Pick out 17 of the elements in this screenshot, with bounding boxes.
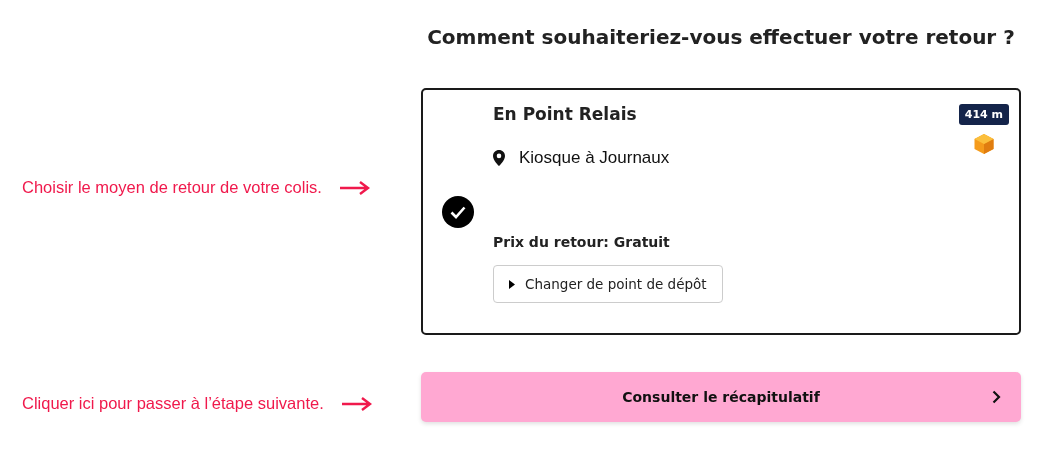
location-pin-icon [493,150,505,166]
arrow-icon [339,180,370,195]
summary-button[interactable]: Consulter le récapitulatif [421,372,1021,422]
location-name: Kiosque à Journaux [519,148,670,168]
annotation-text: Choisir le moyen de retour de votre colis. [22,178,322,197]
chevron-right-icon [992,390,1001,404]
option-title: En Point Relais [493,104,638,124]
arrow-icon [341,396,372,411]
check-icon [442,195,474,228]
return-price: Prix du retour: Gratuit [493,234,671,250]
distance-badge: 414 m [958,104,1009,125]
page-heading: Comment souhaiteriez-vous effectuer votre retour ? [426,25,1016,51]
caret-icon [509,279,515,289]
package-icon [972,133,995,155]
option-card[interactable]: En Point Relais Kiosque à Journaux Prix du retour: Gratuit Changer de point de dépôt 414 m [421,88,1021,335]
annotation-text: Cliquer ici pour passer à l’étape suivante. [22,394,324,413]
change-point-button[interactable]: Changer de point de dépôt [493,265,723,303]
